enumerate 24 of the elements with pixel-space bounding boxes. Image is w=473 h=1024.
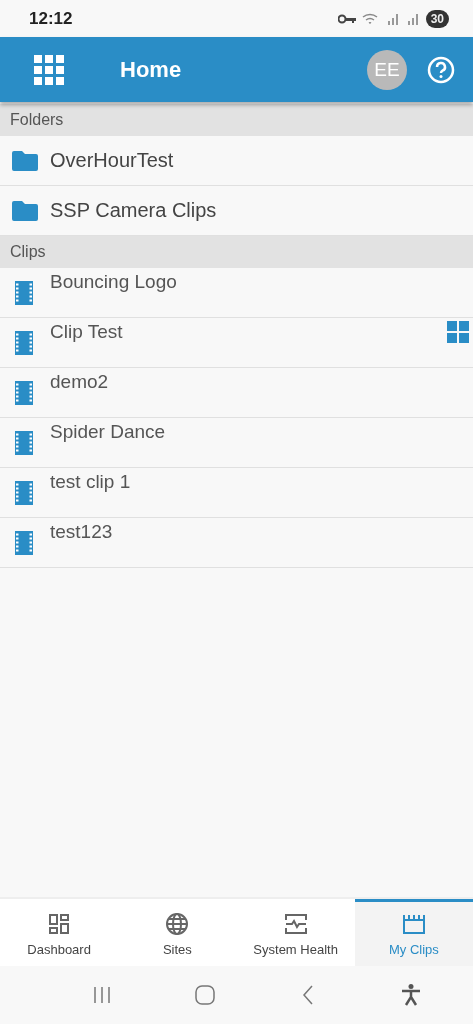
film-strip-icon bbox=[15, 331, 33, 355]
globe-icon bbox=[165, 911, 190, 936]
signal-icon bbox=[385, 12, 400, 25]
health-monitor-icon bbox=[283, 911, 308, 936]
status-time: 12:12 bbox=[29, 8, 73, 29]
key-icon bbox=[337, 13, 356, 24]
section-header: Folders bbox=[0, 104, 473, 136]
wifi-icon bbox=[361, 11, 380, 26]
battery-level: 30 bbox=[425, 9, 449, 28]
home-icon[interactable] bbox=[192, 983, 217, 1007]
dashboard-icon bbox=[47, 911, 72, 936]
folder-icon bbox=[12, 200, 38, 221]
page-title: Home bbox=[120, 56, 183, 83]
section-header: Clips bbox=[0, 236, 473, 268]
signal-icon bbox=[405, 12, 420, 25]
film-strip-icon bbox=[15, 481, 33, 505]
film-strip-icon bbox=[15, 531, 33, 555]
folder-icon bbox=[12, 150, 38, 171]
app-grid-icon[interactable] bbox=[34, 54, 64, 85]
film-strip-icon bbox=[15, 381, 33, 405]
film-strip-icon bbox=[15, 431, 33, 455]
clip-row[interactable]: Clip Test bbox=[0, 318, 473, 368]
film-strip-icon bbox=[15, 281, 33, 305]
help-icon[interactable] bbox=[427, 55, 455, 84]
